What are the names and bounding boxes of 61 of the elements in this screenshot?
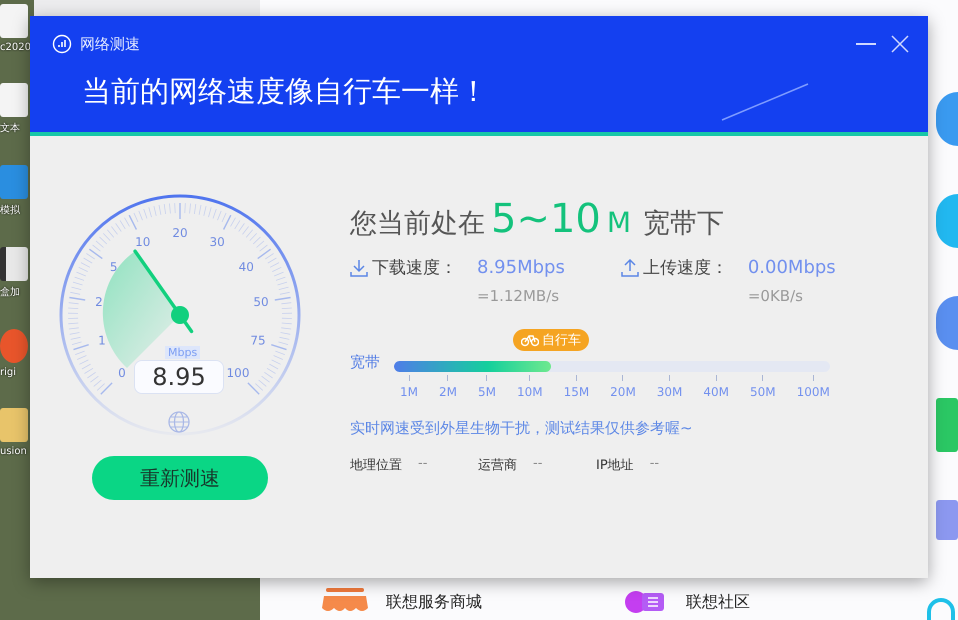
bandwidth-unit: M (606, 206, 632, 239)
upload-icon (620, 258, 639, 276)
unit-label: Mbps (165, 346, 200, 359)
scale-label: 75 (250, 333, 266, 348)
retest-button[interactable]: 重新测速 (92, 456, 268, 500)
scale-label: 40 (238, 260, 254, 274)
scale-label: 40M (703, 385, 730, 399)
bandwidth-range: 5~10 (491, 196, 601, 242)
scale-label: 0 (118, 366, 126, 380)
window-title: 网络测速 (80, 34, 140, 54)
scale-label: 5M (478, 385, 496, 399)
desktop-icon-label[interactable]: rigi (0, 367, 16, 378)
info-label: IP地址 (596, 457, 634, 474)
info-label: 地理位置 (350, 457, 402, 474)
scale-label: 50M (750, 385, 776, 399)
scale-label: 2M (438, 385, 457, 399)
scale-label: 5 (110, 260, 118, 274)
scale-label: 30 (210, 234, 225, 249)
globe-icon (167, 409, 191, 435)
scale-label: 20M (610, 385, 636, 399)
desktop-icon-label[interactable]: usion (0, 446, 27, 457)
signal-bars-icon (52, 34, 72, 54)
scale-label: 2 (95, 295, 103, 310)
scale-label: 100M (796, 385, 830, 399)
upload-label: 上传速度： (642, 257, 728, 279)
app-link[interactable]: 联想服务商城 (322, 588, 482, 616)
desktop-icon-label[interactable]: 模拟 (0, 203, 20, 217)
scale-label: 100 (226, 366, 250, 380)
desktop-icon-label[interactable]: c2020 (0, 42, 31, 53)
result-prefix: 您当前处在 (350, 207, 485, 241)
scale-label: 15M (564, 385, 590, 399)
scale-label: 50 (253, 295, 269, 310)
scale-label: 10 (135, 234, 150, 249)
download-speed: 8.95Mbps (477, 257, 565, 278)
disclaimer-text: 实时网速受到外星生物干扰，测试结果仅供参考喔~ (350, 419, 694, 438)
desktop-icon-label[interactable]: 盒加 (0, 285, 20, 299)
upload-speed: 0.00Mbps (748, 257, 836, 278)
speed-reading: 8.95 (134, 360, 224, 394)
download-icon (350, 258, 368, 276)
scale-label: 1 (98, 333, 106, 348)
download-label: 下载速度： (372, 257, 457, 279)
scale-label: 1M (400, 385, 418, 399)
scale-label: 30M (656, 385, 682, 399)
download-converted: =1.12MB/s (477, 287, 560, 305)
headset-icon[interactable] (924, 596, 958, 620)
info-value: -- (418, 456, 428, 473)
scale-label: 20 (172, 226, 188, 240)
speed-headline: 当前的网络速度像自行车一样！ (82, 73, 488, 110)
result-suffix: 宽带下 (643, 207, 724, 241)
scale-label: 10M (516, 385, 543, 399)
broadband-label: 宽带 (350, 353, 380, 372)
file-icon[interactable] (0, 4, 28, 38)
upload-converted: =0KB/s (748, 287, 803, 305)
bicycle-badge: 自行车 (512, 329, 589, 351)
desktop-icon-label[interactable]: 文本 (0, 121, 20, 135)
info-label: 运营商 (478, 457, 517, 474)
info-value: -- (533, 456, 542, 473)
info-value: -- (650, 456, 660, 473)
close-button[interactable] (890, 34, 910, 54)
file-icon[interactable] (0, 83, 28, 117)
app-link[interactable]: 联想社区 (622, 588, 750, 616)
